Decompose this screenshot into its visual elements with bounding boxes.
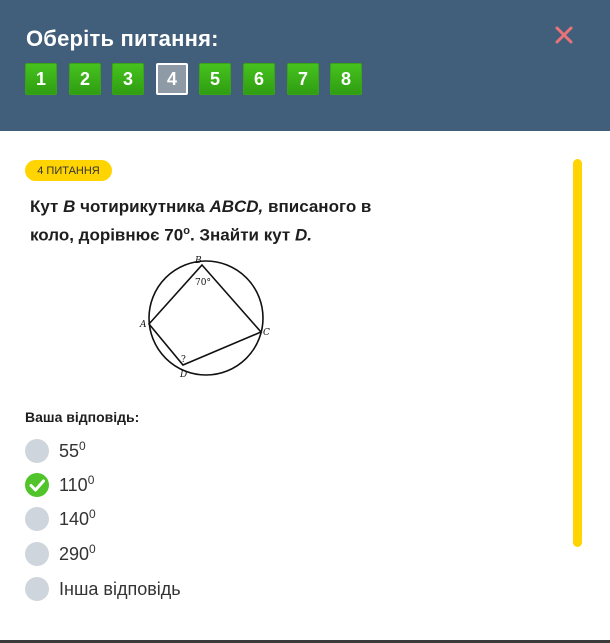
inscribed-quadrilateral-diagram: B 70° C A ? D — [139, 256, 270, 380]
option-text: 1400 — [59, 507, 96, 530]
radio-button[interactable] — [25, 542, 49, 566]
question-text-part: чотирикутника — [75, 197, 210, 216]
question-button-1[interactable]: 1 — [25, 63, 57, 95]
option-text: 550 — [59, 439, 86, 462]
answer-option-5[interactable]: Інша відповідь — [25, 577, 275, 601]
option-superscript: 0 — [87, 473, 95, 487]
scrollbar-thumb[interactable] — [573, 159, 582, 547]
radio-button[interactable] — [25, 439, 49, 463]
question-button-7[interactable]: 7 — [287, 63, 319, 95]
radio-button[interactable] — [25, 507, 49, 531]
option-value: 140 — [59, 509, 90, 529]
question-button-4[interactable]: 4 — [156, 63, 188, 95]
question-button-5[interactable]: 5 — [199, 63, 231, 95]
vertex-b-text: B — [63, 197, 76, 216]
question-text-part: . Знайти кут — [189, 225, 295, 245]
question-text: Кут B чотирикутника ABCD, вписаного в ко… — [30, 194, 400, 248]
option-text: 1100 — [59, 473, 95, 496]
close-button[interactable] — [551, 22, 577, 48]
geometry-figure: B 70° C A ? D — [138, 252, 273, 380]
question-button-2[interactable]: 2 — [69, 63, 101, 95]
header-bar: Оберіть питання: 1 2 3 4 5 6 7 8 — [0, 0, 610, 131]
option-value: 55 — [59, 441, 80, 461]
label-angle-b: 70° — [195, 278, 211, 288]
option-superscript: 0 — [79, 439, 86, 453]
label-c: C — [263, 328, 270, 338]
page-title: Оберіть питання: — [26, 26, 219, 51]
option-superscript: 0 — [89, 507, 96, 521]
quadrilateral-name: ABCD, — [209, 197, 264, 216]
radio-button-checked[interactable] — [25, 473, 49, 497]
option-superscript: 0 — [89, 542, 96, 556]
degree-sign: о — [183, 225, 190, 237]
option-value: 110 — [59, 475, 88, 495]
label-d: D — [179, 370, 187, 380]
question-text-part: Кут — [30, 197, 64, 216]
answer-label: Ваша відповідь: — [25, 409, 140, 425]
answer-option-4[interactable]: 2900 — [25, 542, 275, 566]
label-angle-d: ? — [181, 355, 186, 365]
answer-option-3[interactable]: 1400 — [25, 507, 275, 531]
option-text: Інша відповідь — [59, 579, 181, 600]
label-a: A — [139, 320, 147, 330]
answer-option-1[interactable]: 550 — [25, 439, 275, 463]
question-button-8[interactable]: 8 — [330, 63, 362, 95]
question-number-badge: 4 питання — [25, 160, 112, 181]
close-icon — [555, 26, 573, 44]
radio-button[interactable] — [25, 577, 49, 601]
question-button-3[interactable]: 3 — [112, 63, 144, 95]
answer-option-2[interactable]: 1100 — [25, 473, 275, 497]
vertex-d-text: D. — [294, 225, 312, 245]
question-button-6[interactable]: 6 — [243, 63, 275, 95]
option-value: 290 — [59, 544, 90, 564]
check-icon — [29, 479, 45, 492]
option-value: Інша відповідь — [59, 579, 181, 599]
label-b: B — [194, 256, 202, 266]
option-text: 2900 — [59, 542, 96, 565]
